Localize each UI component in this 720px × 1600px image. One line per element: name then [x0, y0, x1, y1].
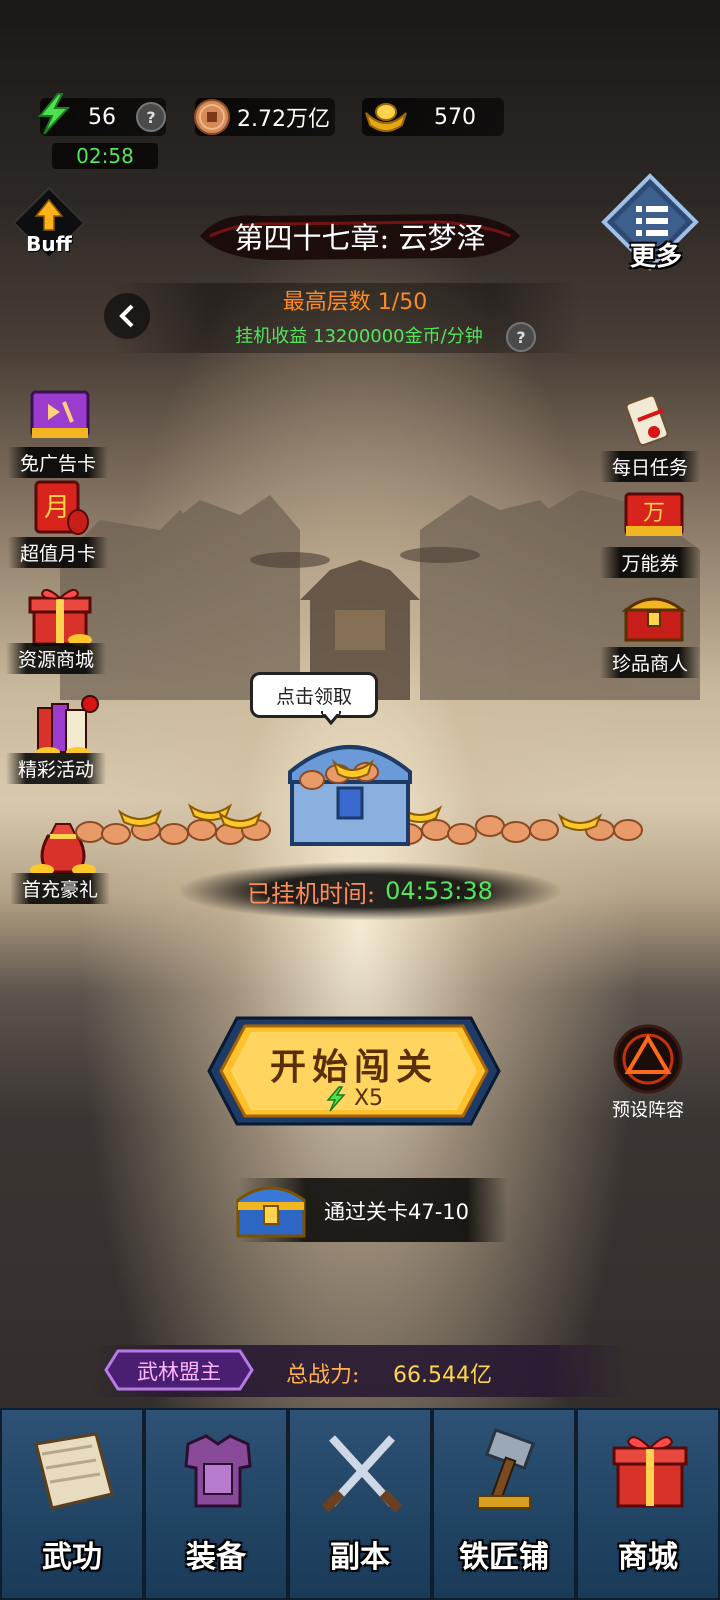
- idle-time: 已挂机时间: 04:53:38: [180, 862, 560, 920]
- lightning-icon: [37, 93, 71, 135]
- idle-reward-chest[interactable]: [280, 722, 420, 852]
- highest-floor-value: 1/50: [377, 290, 428, 315]
- scroll-icon: [625, 394, 669, 447]
- nav-equipment[interactable]: 装备: [144, 1408, 288, 1600]
- nav-blacksmith-label: 铁匠铺: [459, 1540, 549, 1575]
- triangle-emblem-icon: [613, 1024, 683, 1094]
- universal-voucher-label: 万能券: [600, 547, 700, 578]
- energy-value: 56: [88, 104, 116, 130]
- energy-bar[interactable]: 56 ?: [37, 93, 166, 136]
- back-button[interactable]: [104, 293, 150, 339]
- crossed-swords-icon: [321, 1435, 403, 1513]
- gift-box-icon: [28, 588, 92, 646]
- scroll-book-icon: [34, 1432, 114, 1510]
- stage-reward[interactable]: 通过关卡47-10: [236, 1178, 508, 1242]
- claim-tooltip-text: 点击领取: [275, 685, 352, 708]
- treasure-chest-icon: [621, 597, 687, 642]
- coin-value: 2.72万亿: [237, 107, 330, 132]
- monthly-card-icon: 月: [34, 480, 89, 535]
- universal-voucher-button[interactable]: 万 万能券: [600, 488, 700, 578]
- rank-badge-label: 武林盟主: [137, 1360, 221, 1384]
- events-button[interactable]: 精彩活动: [6, 694, 106, 784]
- nav-equipment-label: 装备: [186, 1540, 246, 1575]
- start-cost: X5: [207, 1086, 501, 1112]
- event-book-icon: [36, 695, 99, 757]
- copper-coin-icon: [194, 99, 230, 135]
- buff-button[interactable]: Buff: [12, 186, 86, 266]
- idle-income: 挂机收益 13200000金币/分钟: [214, 322, 504, 348]
- income-help-icon[interactable]: ?: [506, 322, 536, 352]
- total-power-label: 总战力:: [286, 1363, 360, 1388]
- energy-timer: 02:58: [52, 143, 158, 169]
- idle-income-value: 13200000金币/分钟: [313, 326, 483, 347]
- treasure-merchant-label: 珍品商人: [600, 647, 700, 678]
- armor-icon: [184, 1434, 252, 1508]
- nav-dungeon-label: 副本: [330, 1540, 390, 1575]
- chapter-title: 第四十七章: 云梦泽: [234, 221, 486, 255]
- highest-floor: 最高层数 1/50: [200, 284, 510, 316]
- events-label: 精彩活动: [6, 753, 106, 784]
- stage-reward-text: 通过关卡47-10: [324, 1200, 470, 1224]
- resource-shop-button[interactable]: 资源商城: [6, 584, 106, 674]
- hammer-icon: [477, 1428, 536, 1509]
- buff-label: Buff: [26, 232, 72, 256]
- claim-tooltip[interactable]: 点击领取: [250, 672, 378, 718]
- coin-bar[interactable]: 2.72万亿: [194, 98, 335, 136]
- gift-icon: [612, 1436, 688, 1508]
- start-button-label: 开始闯关: [269, 1046, 438, 1088]
- ingot-bar[interactable]: 570: [362, 98, 504, 136]
- chevron-left-icon: [119, 304, 134, 328]
- bottom-nav: 武功 装备 副本 铁匠铺 商城: [0, 1408, 720, 1600]
- first-recharge-label: 首充豪礼: [10, 873, 110, 904]
- blue-chest-icon: [236, 1186, 306, 1238]
- svg-text:万: 万: [643, 501, 665, 526]
- chapter-banner: 第四十七章: 云梦泽: [200, 208, 520, 264]
- total-power-value: 66.544亿: [393, 1363, 492, 1388]
- more-button[interactable]: 更多: [600, 172, 700, 272]
- more-label: 更多: [629, 242, 682, 272]
- nav-martial-arts-label: 武功: [42, 1540, 102, 1575]
- no-ads-card-button[interactable]: 免广告卡: [8, 388, 108, 478]
- preset-lineup-button[interactable]: 预设阵容: [602, 1024, 694, 1122]
- treasure-merchant-button[interactable]: 珍品商人: [600, 588, 700, 678]
- resource-shop-label: 资源商城: [6, 643, 106, 674]
- gold-ingot-icon: [365, 103, 407, 132]
- svg-text:月: 月: [44, 493, 70, 523]
- power-bar: 武林盟主 总战力: 66.544亿: [90, 1345, 630, 1397]
- monthly-card-label: 超值月卡: [8, 537, 108, 568]
- nav-dungeon[interactable]: 副本: [288, 1408, 432, 1600]
- start-challenge-button[interactable]: 开始闯关 X5: [207, 1014, 501, 1128]
- monthly-card-button[interactable]: 月 超值月卡: [8, 478, 108, 568]
- no-ads-card-label: 免广告卡: [8, 447, 108, 478]
- daily-task-label: 每日任务: [600, 451, 700, 482]
- highest-floor-label: 最高层数: [282, 290, 371, 315]
- daily-task-button[interactable]: 每日任务: [600, 392, 700, 482]
- nav-blacksmith[interactable]: 铁匠铺: [432, 1408, 576, 1600]
- idle-time-label: 已挂机时间:: [247, 879, 376, 908]
- nav-martial-arts[interactable]: 武功: [0, 1408, 144, 1600]
- ad-card-icon: [30, 390, 90, 438]
- help-icon[interactable]: ?: [136, 102, 166, 132]
- start-cost-value: X5: [353, 1086, 384, 1111]
- energy-cost-icon: [326, 1086, 346, 1112]
- preset-lineup-label: 预设阵容: [612, 1100, 684, 1121]
- nav-shop[interactable]: 商城: [576, 1408, 720, 1600]
- voucher-icon: 万: [624, 492, 684, 536]
- idle-income-label: 挂机收益: [235, 326, 308, 347]
- nav-shop-label: 商城: [618, 1540, 678, 1575]
- tooltip-tail: [321, 711, 341, 725]
- rank-badge[interactable]: 武林盟主: [104, 1349, 254, 1391]
- ingot-value: 570: [434, 104, 476, 130]
- idle-time-value: 04:53:38: [385, 877, 493, 905]
